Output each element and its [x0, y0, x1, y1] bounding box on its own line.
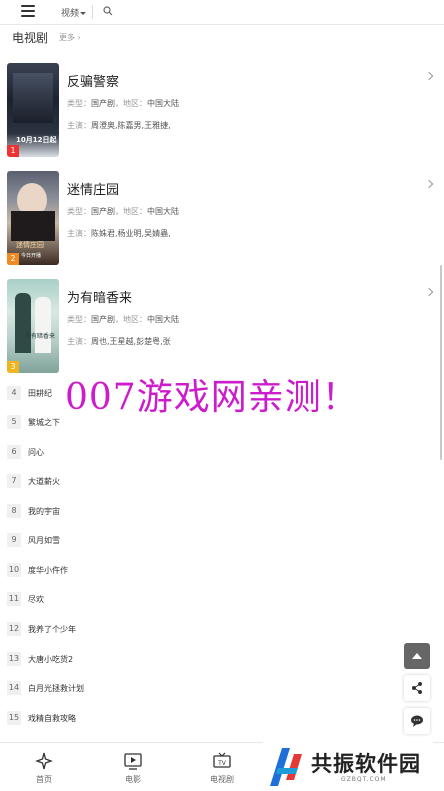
drama-name[interactable]: 白月光拯救计划 — [28, 683, 84, 694]
poster-image: 10月12日起 1 — [7, 63, 59, 157]
share-icon — [412, 682, 422, 694]
drama-title[interactable]: 反骗警察 — [67, 71, 119, 90]
drama-cast: 主演：周澄奥,陈嘉男,王雅捷, — [67, 121, 171, 130]
list-item[interactable]: 12 我养了个少年 — [0, 620, 400, 640]
section-title: 电视剧 — [12, 31, 49, 45]
drama-title[interactable]: 迷情庄园 — [67, 179, 119, 198]
rank-badge: 2 — [7, 253, 19, 265]
list-item[interactable]: 13 大唐小吃货2 — [0, 650, 400, 670]
share-button[interactable] — [404, 675, 430, 701]
rank-number: 8 — [7, 504, 21, 518]
rank-number: 15 — [7, 711, 21, 725]
divider — [92, 5, 93, 19]
drama-name[interactable]: 风月如雪 — [28, 535, 60, 546]
rank-number: 11 — [7, 592, 21, 606]
list-item[interactable]: 10 度华小仵作 — [0, 561, 400, 581]
logo-name: 共振软件园 — [311, 752, 421, 776]
category-label: 视频 — [61, 9, 80, 19]
rank-number: 10 — [7, 563, 21, 577]
poster-subcaption: 今日开播 — [21, 253, 42, 259]
rank-number: 7 — [7, 474, 21, 488]
drama-meta: 类型：国产剧，地区：中国大陆 — [67, 315, 179, 324]
menu-icon[interactable] — [21, 5, 35, 17]
drama-meta: 类型：国产剧，地区：中国大陆 — [67, 207, 179, 216]
top-bar: 视频 — [0, 0, 444, 25]
drama-meta: 类型：国产剧，地区：中国大陆 — [67, 99, 179, 108]
back-to-top-button[interactable] — [404, 643, 430, 669]
list-item[interactable]: 8 我的宇宙 — [0, 502, 400, 522]
tv-icon: TV — [213, 752, 231, 768]
chevron-right-icon — [424, 287, 434, 297]
scrollbar[interactable] — [440, 265, 442, 460]
featured-item-1[interactable]: 10月12日起 1 反骗警察 类型：国产剧，地区：中国大陆 主演：周澄奥,陈嘉男… — [0, 63, 444, 159]
drama-name[interactable]: 我的宇宙 — [28, 506, 60, 517]
rank-number: 12 — [7, 622, 21, 636]
poster-caption: 10月12日起 — [16, 136, 57, 144]
comment-button[interactable] — [404, 708, 430, 734]
tab-movie[interactable]: 电影 — [113, 751, 153, 785]
drama-cast: 主演：陈姝君,杨业明,吴婧蟲, — [67, 229, 171, 238]
rank-number: 14 — [7, 681, 21, 695]
chevron-right-icon — [424, 179, 434, 189]
featured-item-2[interactable]: 迷情庄园 今日开播 2 迷情庄园 类型：国产剧，地区：中国大陆 主演：陈姝君,杨… — [0, 171, 444, 267]
drama-name[interactable]: 大道薪火 — [28, 476, 60, 487]
watermark-text: 007游戏网亲测！ — [65, 377, 359, 418]
category-dropdown[interactable]: 视频 — [61, 6, 87, 19]
poster-image: 为有暗香来 3 — [7, 279, 59, 373]
list-item[interactable]: 15 戏精自救攻略 — [0, 709, 400, 729]
drama-name[interactable]: 尽欢 — [28, 594, 44, 605]
sparkle-icon — [35, 752, 53, 770]
poster-caption: 迷情庄园 — [16, 241, 44, 249]
rank-badge: 3 — [7, 361, 19, 373]
drama-name[interactable]: 我养了个少年 — [28, 624, 76, 635]
list-item[interactable]: 14 白月光拯救计划 — [0, 679, 400, 699]
featured-item-3[interactable]: 为有暗香来 3 为有暗香来 类型：国产剧，地区：中国大陆 主演：周也,王星越,彭… — [0, 279, 444, 375]
list-item[interactable]: 7 大道薪火 — [0, 472, 400, 492]
video-play-icon — [124, 753, 142, 770]
drama-name[interactable]: 大唐小吃货2 — [28, 654, 73, 665]
poster-caption: 为有暗香来 — [25, 333, 56, 340]
arrow-up-icon — [412, 653, 422, 659]
site-logo: 共振软件园 GZBQT.COM — [263, 742, 433, 791]
logo-icon — [270, 748, 302, 786]
poster-image: 迷情庄园 今日开播 2 — [7, 171, 59, 265]
more-link[interactable]: 更多 › — [59, 32, 81, 43]
search-icon[interactable] — [103, 6, 113, 16]
tab-label: 电视剧 — [210, 775, 234, 784]
caret-down-icon — [80, 12, 87, 15]
list-item[interactable]: 6 问心 — [0, 443, 400, 463]
tab-tv[interactable]: TV 电视剧 — [202, 751, 242, 785]
drama-cast: 主演：周也,王星越,彭楚粤,张 — [67, 337, 171, 346]
drama-name[interactable]: 田耕纪 — [28, 388, 52, 399]
drama-name[interactable]: 戏精自救攻略 — [28, 713, 76, 724]
svg-text:TV: TV — [217, 760, 227, 767]
drama-title[interactable]: 为有暗香来 — [67, 287, 132, 306]
chevron-right-icon — [424, 71, 434, 81]
chat-bubble-icon — [411, 715, 423, 727]
rank-number: 6 — [7, 445, 21, 459]
tab-label: 电影 — [125, 775, 141, 784]
logo-url: GZBQT.COM — [341, 776, 387, 783]
tab-home[interactable]: 首页 — [24, 751, 64, 785]
drama-name[interactable]: 繁城之下 — [28, 417, 60, 428]
drama-name[interactable]: 问心 — [28, 447, 44, 458]
rank-number: 13 — [7, 652, 21, 666]
rank-number: 5 — [7, 415, 21, 429]
list-item[interactable]: 11 尽欢 — [0, 590, 400, 610]
rank-number: 4 — [7, 386, 21, 400]
drama-name[interactable]: 度华小仵作 — [28, 565, 68, 576]
rank-badge: 1 — [7, 145, 19, 157]
tab-label: 首页 — [36, 775, 52, 784]
list-item[interactable]: 9 风月如雪 — [0, 531, 400, 551]
rank-number: 9 — [7, 533, 21, 547]
